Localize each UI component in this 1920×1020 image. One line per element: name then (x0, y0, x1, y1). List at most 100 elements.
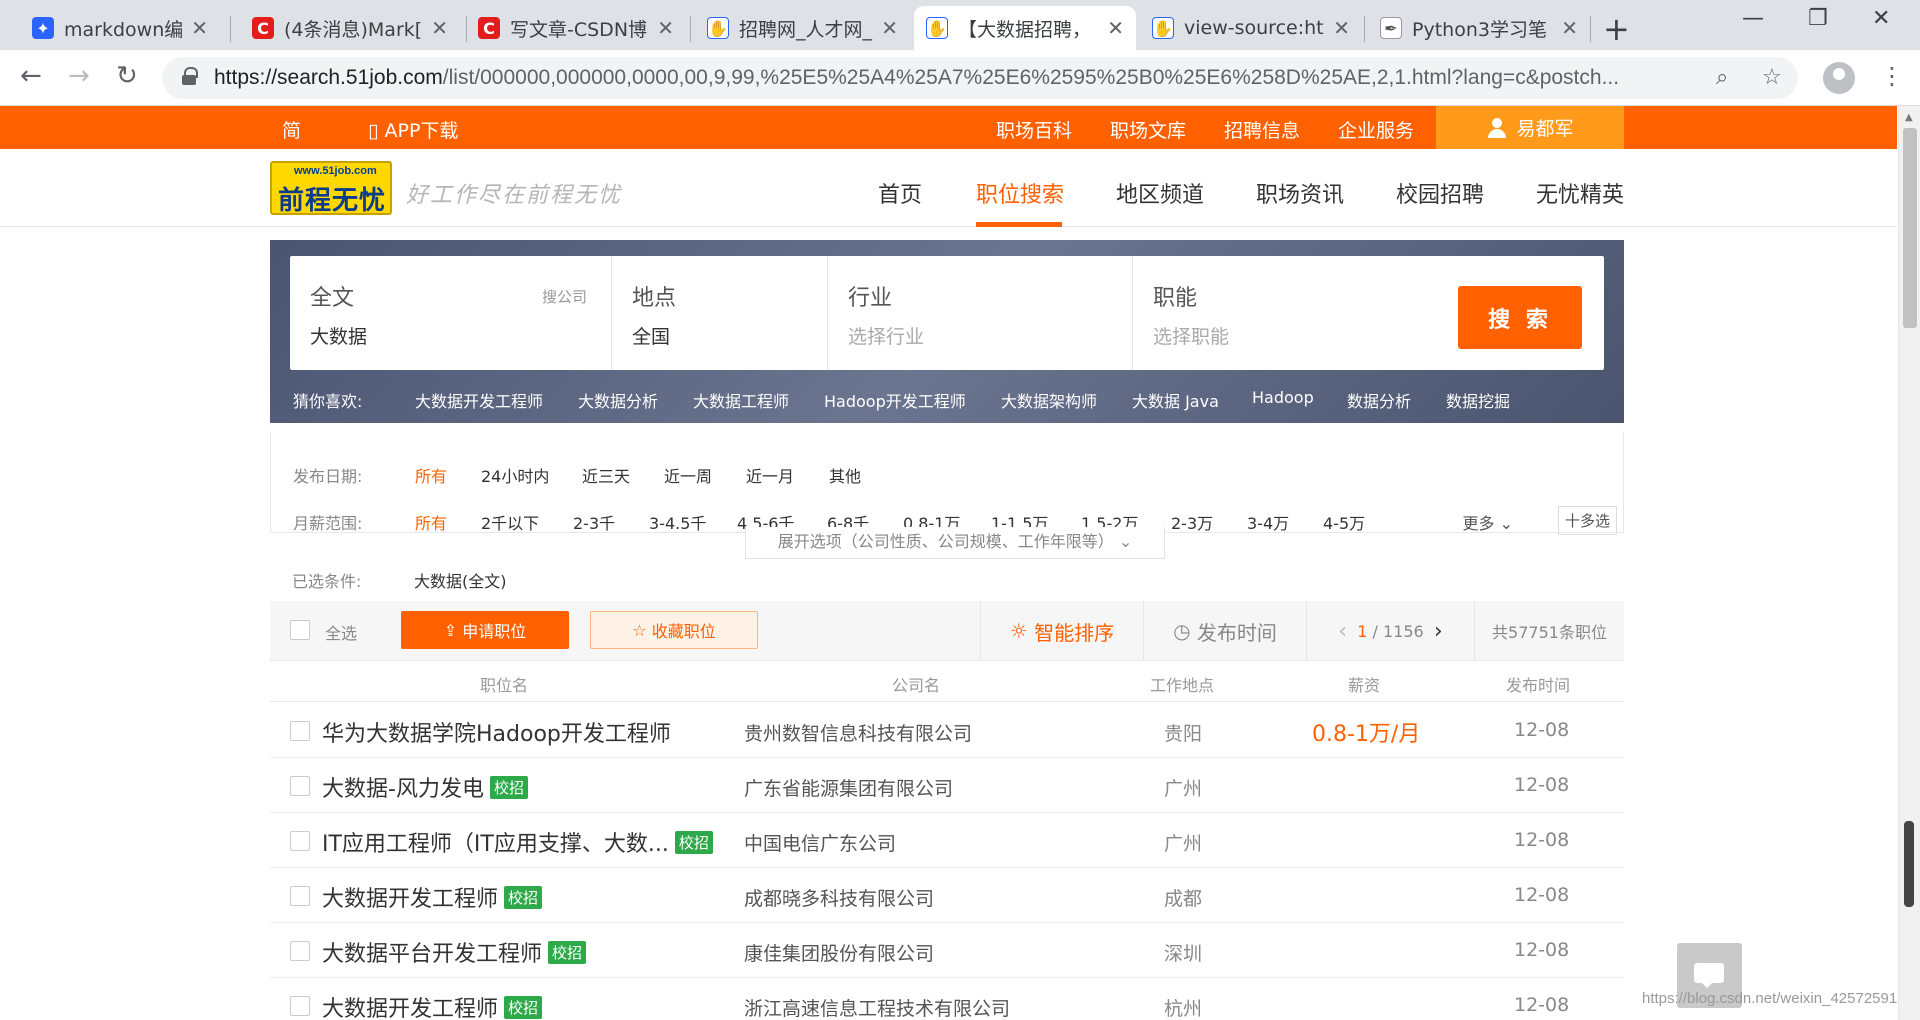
keyword-field[interactable]: 全文 大数据 搜公司 (290, 256, 612, 370)
topbar-link[interactable]: 企业服务 (1338, 116, 1414, 143)
suggestion-link[interactable]: 大数据 Java (1132, 388, 1219, 412)
topbar-link[interactable]: 职场文库 (1110, 116, 1186, 143)
favorite-job-button[interactable]: ☆ 收藏职位 (590, 611, 758, 649)
table-row[interactable]: 华为大数据学院Hadoop开发工程师 贵州数智信息科技有限公司 贵阳 0.8-1… (270, 703, 1624, 758)
browser-tab[interactable]: ✦ markdown编辑 ✕ (20, 6, 220, 50)
url-text[interactable]: https://search.51job.com/list/000000,000… (214, 66, 1684, 90)
close-icon[interactable]: ✕ (1561, 16, 1578, 40)
scrollbar-thumb[interactable] (1903, 128, 1917, 328)
multi-select-button[interactable]: 十多选 (1557, 506, 1617, 535)
suggestion-link[interactable]: 数据挖掘 (1446, 388, 1510, 412)
job-title-link[interactable]: 大数据平台开发工程师 校招 (322, 936, 587, 968)
browser-tab[interactable]: C 写文章-CSDN博 ✕ (466, 6, 686, 50)
close-icon[interactable]: ✕ (1107, 16, 1124, 40)
close-icon[interactable]: ✕ (881, 16, 898, 40)
browser-tab[interactable]: ✒ Python3学习笔 ✕ (1368, 6, 1590, 50)
company-link[interactable]: 贵州数智信息科技有限公司 (744, 719, 972, 746)
company-link[interactable]: 成都晓多科技有限公司 (744, 884, 934, 911)
scroll-up-arrow-icon[interactable]: ▲ (1905, 112, 1913, 123)
nav-news[interactable]: 职场资讯 (1256, 177, 1344, 209)
industry-field[interactable]: 行业 选择行业 (828, 256, 1133, 370)
user-menu[interactable]: 易都军 (1436, 106, 1624, 149)
salary-option[interactable]: 3-4.5千 (649, 510, 706, 534)
location-field[interactable]: 地点 全国 (612, 256, 828, 370)
new-tab-button[interactable]: + (1603, 10, 1630, 48)
salary-option[interactable]: 2千以下 (481, 510, 539, 534)
address-bar[interactable]: https://search.51job.com/list/000000,000… (162, 57, 1798, 99)
browser-tab-active[interactable]: ✋ 【大数据招聘， ✕ (914, 6, 1136, 50)
salary-option[interactable]: 2-3万 (1171, 510, 1213, 534)
nav-campus[interactable]: 校园招聘 (1396, 177, 1484, 209)
nav-home[interactable]: 首页 (878, 177, 922, 209)
select-all-checkbox[interactable] (290, 620, 310, 640)
more-salary-dropdown[interactable]: 更多 ⌄ (1462, 510, 1513, 534)
date-option[interactable]: 近一月 (746, 463, 794, 487)
site-logo[interactable]: www.51job.com 前程无忧 (270, 161, 392, 216)
salary-option[interactable]: 所有 (415, 510, 447, 534)
date-option[interactable]: 其他 (829, 463, 861, 487)
app-download-link[interactable]: ▯ APP下载 (368, 116, 458, 143)
simplified-chinese-link[interactable]: 简 (282, 116, 301, 143)
search-button[interactable]: 搜 索 (1458, 286, 1582, 349)
browser-tab[interactable]: C (4条消息)Mark[ ✕ (240, 6, 460, 50)
date-option[interactable]: 24小时内 (481, 463, 549, 487)
salary-option[interactable]: 4-5万 (1323, 510, 1365, 534)
row-checkbox[interactable] (290, 941, 310, 961)
suggestion-link[interactable]: 大数据分析 (578, 388, 658, 412)
date-option[interactable]: 近三天 (582, 463, 630, 487)
job-title-link[interactable]: 大数据-风力发电 校招 (322, 771, 528, 803)
topbar-link[interactable]: 职场百科 (996, 116, 1072, 143)
minimize-button[interactable]: — (1742, 6, 1764, 31)
publish-time-sort-button[interactable]: ◷ 发布时间 (1143, 601, 1306, 661)
row-checkbox[interactable] (290, 996, 310, 1016)
nav-job-search[interactable]: 职位搜索 (976, 177, 1064, 209)
select-all-label[interactable]: 全选 (325, 620, 357, 644)
nav-elite[interactable]: 无忧精英 (1536, 177, 1624, 209)
nav-region[interactable]: 地区频道 (1116, 177, 1204, 209)
back-icon[interactable]: ← (20, 61, 42, 91)
suggestion-link[interactable]: 数据分析 (1347, 388, 1411, 412)
table-row[interactable]: 大数据开发工程师 校招 成都晓多科技有限公司 成都 12-08 (270, 868, 1624, 923)
close-icon[interactable]: ✕ (191, 16, 208, 40)
row-checkbox[interactable] (290, 776, 310, 796)
suggestion-link[interactable]: 大数据架构师 (1001, 388, 1097, 412)
close-icon[interactable]: ✕ (1333, 16, 1350, 40)
function-field[interactable]: 职能 选择职能 (1133, 256, 1433, 370)
suggestion-link[interactable]: 大数据开发工程师 (415, 388, 543, 412)
next-page-icon[interactable]: › (1434, 619, 1443, 644)
browser-tab[interactable]: ✋ view-source:ht ✕ (1140, 6, 1362, 50)
company-link[interactable]: 康佳集团股份有限公司 (744, 939, 934, 966)
job-title-link[interactable]: IT应用工程师（IT应用支撑、大数... 校招 (322, 826, 713, 858)
job-title-link[interactable]: 大数据开发工程师 校招 (322, 991, 543, 1020)
company-link[interactable]: 广东省能源集团有限公司 (744, 774, 953, 801)
keyword-input[interactable]: 大数据 (310, 322, 367, 349)
apply-job-button[interactable]: ⇪ 申请职位 (401, 611, 569, 649)
table-row[interactable]: 大数据平台开发工程师 校招 康佳集团股份有限公司 深圳 12-08 (270, 923, 1624, 978)
selected-condition-tag[interactable]: 大数据(全文) (414, 568, 507, 592)
close-icon[interactable]: ✕ (431, 16, 448, 40)
suggestion-link[interactable]: 大数据工程师 (693, 388, 789, 412)
zoom-icon[interactable]: ⌕ (1716, 65, 1728, 90)
date-option[interactable]: 所有 (415, 463, 447, 487)
company-link[interactable]: 浙江高速信息工程技术有限公司 (744, 994, 1010, 1020)
smart-sort-button[interactable]: ☼ 智能排序 (980, 601, 1143, 661)
row-checkbox[interactable] (290, 886, 310, 906)
company-link[interactable]: 中国电信广东公司 (744, 829, 896, 856)
topbar-link[interactable]: 招聘信息 (1224, 116, 1300, 143)
expand-options-button[interactable]: 展开选项（公司性质、公司规模、工作年限等） ⌄ (745, 527, 1165, 559)
suggestion-link[interactable]: Hadoop开发工程师 (824, 388, 966, 412)
browser-tab[interactable]: ✋ 招聘网_人才网_ ✕ (695, 6, 910, 50)
date-option[interactable]: 近一周 (664, 463, 712, 487)
row-checkbox[interactable] (290, 721, 310, 741)
job-title-link[interactable]: 大数据开发工程师 校招 (322, 881, 543, 913)
salary-option[interactable]: 2-3千 (573, 510, 615, 534)
salary-option[interactable]: 3-4万 (1247, 510, 1289, 534)
row-checkbox[interactable] (290, 831, 310, 851)
close-window-button[interactable]: ✕ (1872, 6, 1890, 31)
suggestion-link[interactable]: Hadoop (1252, 388, 1314, 407)
table-row[interactable]: 大数据开发工程师 校招 浙江高速信息工程技术有限公司 杭州 12-08 (270, 978, 1624, 1020)
restore-button[interactable]: ❐ (1808, 6, 1828, 31)
prev-page-icon[interactable]: ‹ (1338, 619, 1347, 644)
job-title-link[interactable]: 华为大数据学院Hadoop开发工程师 (322, 716, 671, 748)
forward-icon[interactable]: → (68, 61, 90, 91)
